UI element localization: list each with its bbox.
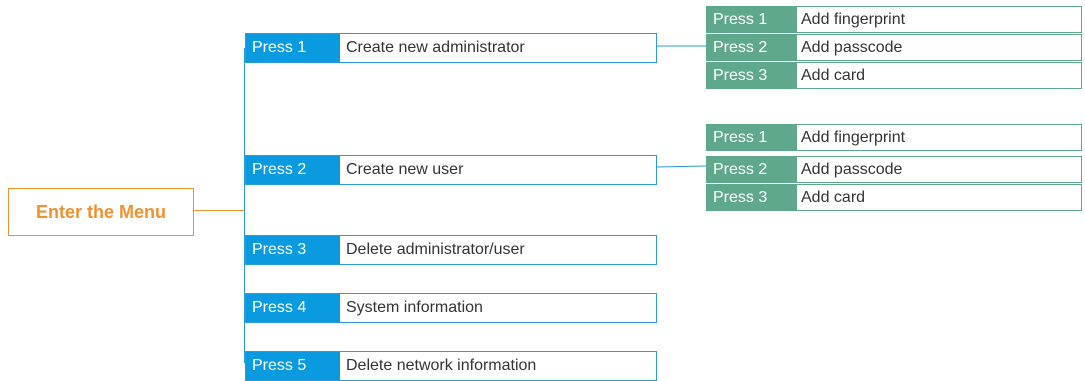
- submenu-key: Press 2: [707, 157, 797, 182]
- enter-menu-label: Enter the Menu: [35, 201, 166, 222]
- menu-key: Press 3: [246, 236, 340, 264]
- submenu-label: Add passcode: [801, 160, 903, 178]
- user-sub-add-card[interactable]: Press 3 Add card: [706, 184, 1082, 211]
- submenu-key: Press 1: [707, 125, 797, 150]
- submenu-label: Add card: [801, 66, 866, 84]
- menu-key: Press 1: [246, 34, 340, 62]
- submenu-label: Add fingerprint: [801, 10, 906, 28]
- menu-item-create-user[interactable]: Press 2 Create new user: [245, 155, 657, 185]
- admin-sub-add-passcode[interactable]: Press 2 Add passcode: [706, 34, 1082, 61]
- menu-label: Create new user: [346, 161, 464, 178]
- menu-key: Press 2: [246, 156, 340, 184]
- menu-key: Press 5: [246, 352, 340, 380]
- user-sub-add-fingerprint[interactable]: Press 1 Add fingerprint: [706, 124, 1082, 151]
- submenu-key: Press 3: [707, 63, 797, 88]
- menu-key: Press 4: [246, 294, 340, 322]
- menu-item-delete-network[interactable]: Press 5 Delete network information: [245, 351, 657, 381]
- submenu-key: Press 3: [707, 185, 797, 210]
- submenu-key: Press 1: [707, 7, 797, 32]
- menu-label: Delete administrator/user: [346, 241, 525, 258]
- user-submenu-connector: [657, 165, 707, 168]
- menu-item-system-info[interactable]: Press 4 System information: [245, 293, 657, 323]
- submenu-label: Add fingerprint: [801, 128, 906, 146]
- menu-label: System information: [346, 299, 483, 316]
- menu-item-delete-admin-user[interactable]: Press 3 Delete administrator/user: [245, 235, 657, 265]
- admin-submenu-connector: [657, 45, 706, 47]
- menu-label: Create new administrator: [346, 39, 525, 56]
- user-sub-add-passcode[interactable]: Press 2 Add passcode: [706, 156, 1082, 183]
- admin-sub-add-fingerprint[interactable]: Press 1 Add fingerprint: [706, 6, 1082, 33]
- submenu-key: Press 2: [707, 35, 797, 60]
- enter-menu-box: Enter the Menu: [8, 188, 194, 236]
- submenu-label: Add passcode: [801, 38, 903, 56]
- menu-item-create-admin[interactable]: Press 1 Create new administrator: [245, 33, 657, 63]
- submenu-label: Add card: [801, 188, 866, 206]
- admin-sub-add-card[interactable]: Press 3 Add card: [706, 62, 1082, 89]
- root-connector: [194, 210, 244, 211]
- menu-label: Delete network information: [346, 357, 537, 374]
